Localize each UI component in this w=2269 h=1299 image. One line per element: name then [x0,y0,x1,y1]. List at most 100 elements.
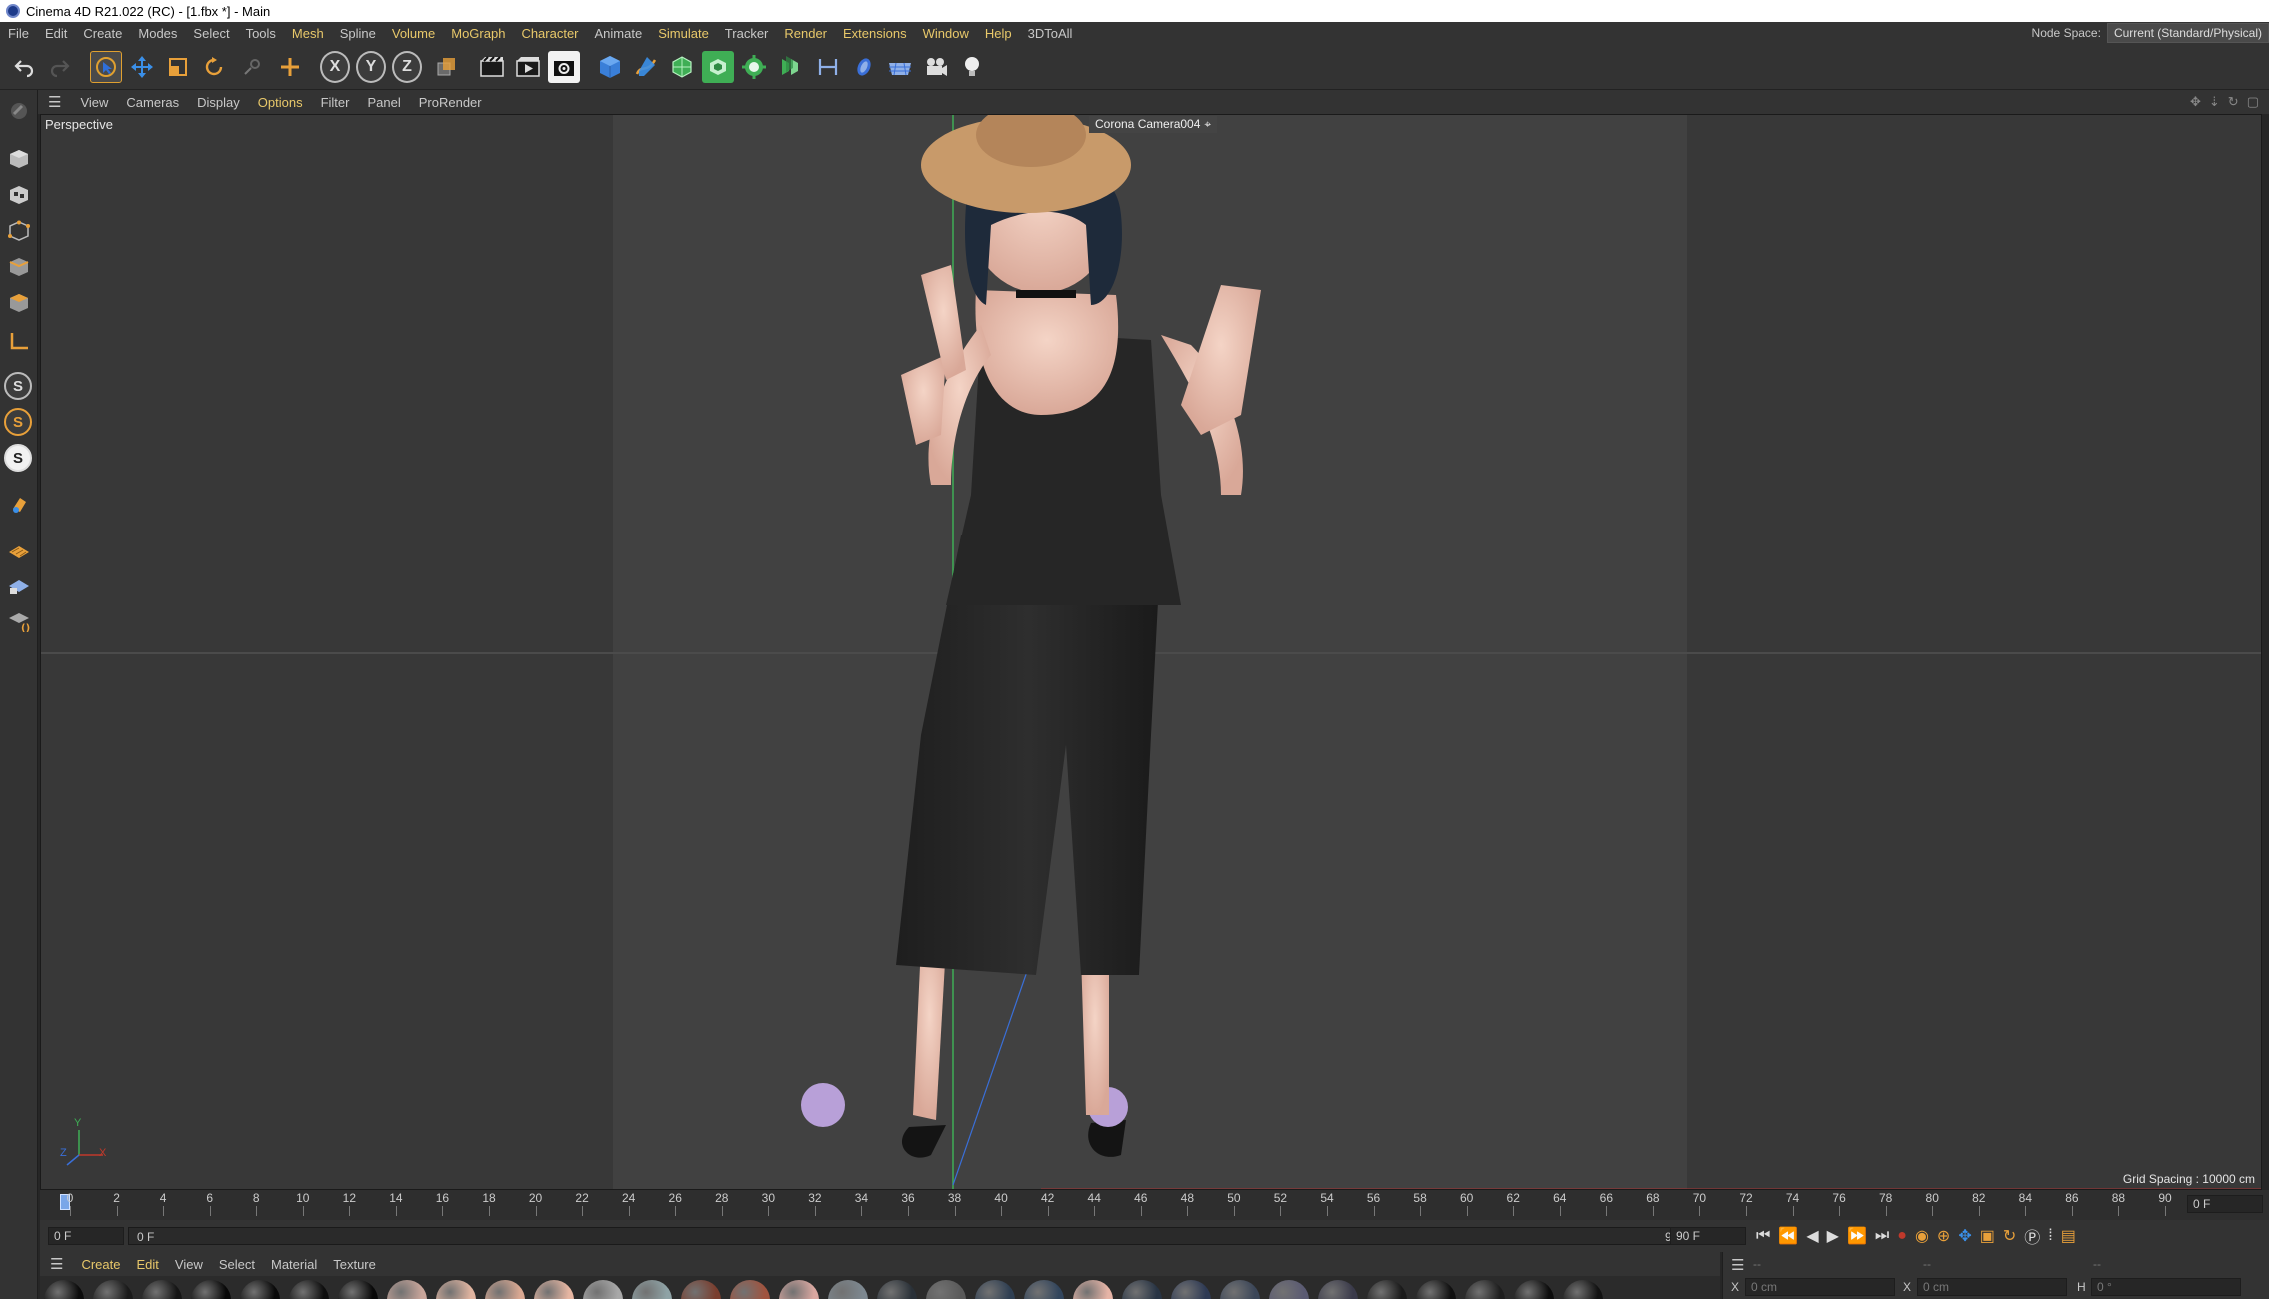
render-settings-icon[interactable] [548,51,580,83]
orbit-icon[interactable]: ↻ [2228,94,2239,110]
material-swatch[interactable] [1024,1280,1064,1299]
menu-simulate[interactable]: Simulate [650,26,717,41]
end-frame-field[interactable]: 90 F [1670,1227,1746,1245]
material-swatch[interactable] [387,1280,427,1299]
snap-icon[interactable]: S [4,372,32,400]
material-swatch[interactable] [681,1280,721,1299]
workplane-icon[interactable] [4,534,34,564]
cube-icon[interactable] [594,51,626,83]
material-swatch[interactable] [93,1280,133,1299]
add-icon[interactable] [274,51,306,83]
material-swatch[interactable] [191,1280,231,1299]
play-icon[interactable]: ▶ [1827,1226,1839,1246]
material-swatch[interactable] [828,1280,868,1299]
material-swatch[interactable] [779,1280,819,1299]
menu-edit[interactable]: Edit [37,26,75,41]
menu-3dtoall[interactable]: 3DToAll [1020,26,1081,41]
polygons-mode-icon[interactable] [4,288,34,318]
y-axis-lock-icon[interactable]: Y [356,51,386,83]
tweak-magnet-icon[interactable] [4,490,34,520]
pan-icon[interactable]: ✥ [2190,94,2201,110]
make-editable-icon[interactable] [4,96,34,126]
texture-mode-icon[interactable] [4,180,34,210]
model-mode-icon[interactable] [4,144,34,174]
camera-icon[interactable] [920,51,952,83]
material-swatch[interactable] [1416,1280,1456,1299]
scale-key-icon[interactable]: ▣ [1980,1226,1995,1246]
timeline-ruler[interactable]: 0 F 0 2 4 6 8 10 12 14 16 18 20 22 24 26 28 30 32 34 36 38 4… [40,1190,2269,1220]
light-icon[interactable] [956,51,988,83]
material-swatch[interactable] [1122,1280,1162,1299]
rotate-icon[interactable] [198,51,230,83]
material-swatch[interactable] [1563,1280,1603,1299]
menu-character[interactable]: Character [513,26,586,41]
material-menu-create[interactable]: Create [73,1257,128,1272]
menu-modes[interactable]: Modes [130,26,185,41]
sky-floor-icon[interactable] [884,51,916,83]
material-swatch[interactable] [142,1280,182,1299]
material-swatch[interactable] [1367,1280,1407,1299]
material-hamburger-icon[interactable]: ☰ [40,1255,73,1273]
live-selection-icon[interactable] [90,51,122,83]
material-swatch[interactable] [1269,1280,1309,1299]
undo-icon[interactable] [8,51,40,83]
menu-create[interactable]: Create [75,26,130,41]
points-mode-icon[interactable] [4,216,34,246]
rotation-key-icon[interactable]: ↻ [2003,1226,2016,1246]
pen-icon[interactable] [630,51,662,83]
menu-select[interactable]: Select [185,26,237,41]
cloner-icon[interactable] [738,51,770,83]
material-swatch[interactable] [436,1280,476,1299]
material-swatch[interactable] [289,1280,329,1299]
frame-range-slider[interactable]: 0 F 90 F [128,1227,1698,1245]
material-menu-texture[interactable]: Texture [325,1257,384,1272]
coords-hamburger-icon[interactable]: ☰ [1731,1256,1744,1274]
menu-mograph[interactable]: MoGraph [443,26,513,41]
material-menu-select[interactable]: Select [211,1257,263,1272]
menu-file[interactable]: File [0,26,37,41]
menu-tools[interactable]: Tools [238,26,284,41]
material-swatch[interactable] [240,1280,280,1299]
current-frame-field[interactable]: 0 F [2187,1195,2263,1213]
menu-render[interactable]: Render [776,26,835,41]
redo-icon[interactable] [44,51,76,83]
camera-label-badge[interactable]: Corona Camera004 ⌖ [1089,116,1218,133]
material-swatch[interactable] [730,1280,770,1299]
material-swatch[interactable] [1318,1280,1358,1299]
play-backwards-icon[interactable]: ◀ [1806,1226,1818,1246]
z-axis-lock-icon[interactable]: Z [392,51,422,83]
axis-mode-icon[interactable] [4,326,34,356]
coord-x2-field[interactable]: 0 cm [1917,1278,2067,1296]
material-swatch[interactable] [1171,1280,1211,1299]
autokey-icon[interactable]: ◉ [1915,1226,1929,1246]
coord-h-field[interactable]: 0 ° [2091,1278,2241,1296]
menu-help[interactable]: Help [977,26,1020,41]
material-menu-view[interactable]: View [167,1257,211,1272]
maximize-icon[interactable]: ▢ [2247,94,2259,110]
edges-mode-icon[interactable] [4,252,34,282]
menu-animate[interactable]: Animate [587,26,651,41]
menu-extensions[interactable]: Extensions [835,26,915,41]
material-swatch[interactable] [975,1280,1015,1299]
material-swatch[interactable] [338,1280,378,1299]
viewport-menu-filter[interactable]: Filter [312,95,359,110]
x-axis-lock-icon[interactable]: X [320,51,350,83]
bend-deformer-icon[interactable] [774,51,806,83]
snap-settings-icon[interactable]: S [4,408,32,436]
position-key-icon[interactable]: ✥ [1958,1226,1971,1246]
menu-tracker[interactable]: Tracker [717,26,777,41]
parameter-key-icon[interactable]: Ⓟ [2024,1224,2040,1248]
timeline-icon[interactable]: ▤ [2061,1226,2076,1246]
menu-mesh[interactable]: Mesh [284,26,332,41]
locked-workplane-icon[interactable] [4,570,34,600]
material-swatch[interactable] [583,1280,623,1299]
zoom-icon[interactable]: ⇣ [2209,94,2220,110]
material-swatch[interactable] [632,1280,672,1299]
go-to-end-icon[interactable]: ⏭ [1875,1227,1889,1245]
menu-window[interactable]: Window [915,26,977,41]
extrude-icon[interactable] [702,51,734,83]
node-space-select[interactable]: Current (Standard/Physical) [2106,23,2269,43]
menu-volume[interactable]: Volume [384,26,443,41]
material-swatch[interactable] [485,1280,525,1299]
workplane-grid-icon[interactable]: () [4,606,34,636]
